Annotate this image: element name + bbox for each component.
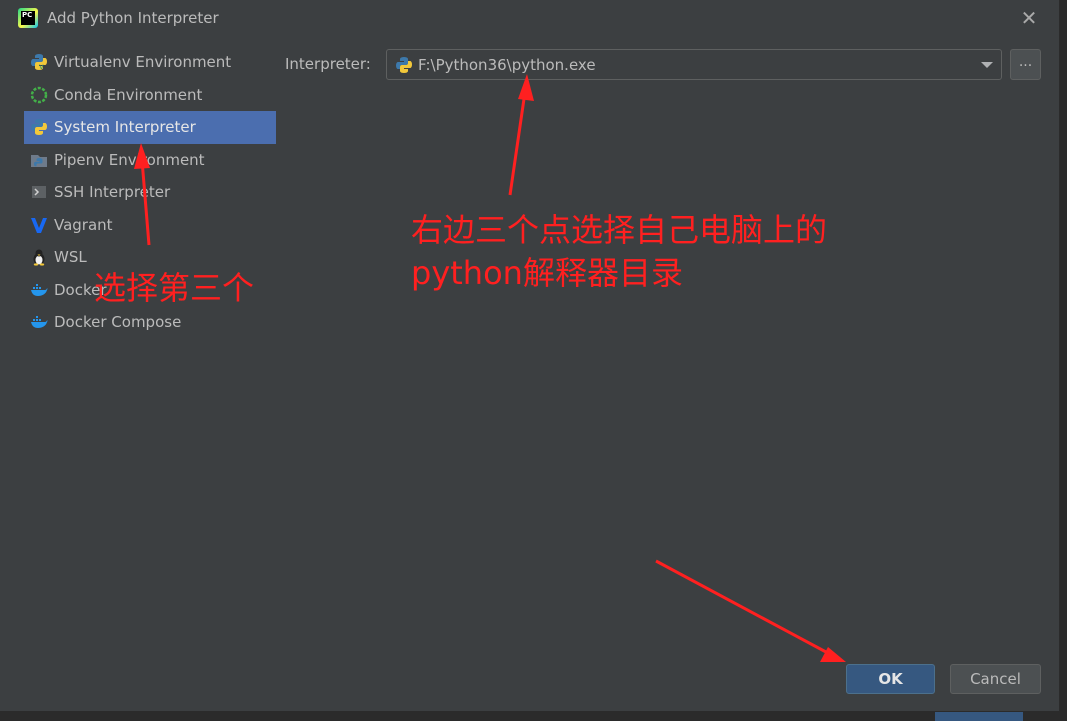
- sidebar-item-label: Docker Compose: [54, 313, 182, 332]
- annotation-select-third: 选择第三个: [94, 269, 255, 307]
- browse-interpreter-button[interactable]: ...: [1010, 49, 1041, 80]
- sidebar-item-label: WSL: [54, 248, 87, 267]
- python-icon: [31, 119, 47, 136]
- sidebar-item-docker-compose[interactable]: Docker Compose: [24, 306, 276, 339]
- ok-button[interactable]: OK: [846, 664, 935, 694]
- add-python-interpreter-dialog: PC Add Python Interpreter ✕ v Virtualenv…: [0, 0, 1060, 721]
- sidebar-item-conda[interactable]: Conda Environment: [24, 79, 276, 112]
- close-button[interactable]: ✕: [1018, 8, 1040, 30]
- linux-penguin-icon: [33, 249, 45, 266]
- annotation-dots-line2: python解释器目录: [411, 254, 683, 292]
- title-bar: PC Add Python Interpreter ✕: [0, 0, 1059, 36]
- vagrant-icon: [31, 217, 47, 233]
- docker-compose-icon: [31, 316, 48, 329]
- close-icon: ✕: [1020, 6, 1038, 30]
- sidebar-item-label: Virtualenv Environment: [54, 53, 232, 72]
- ssh-terminal-icon: [32, 186, 46, 199]
- sidebar-item-pipenv[interactable]: Pipenv Environment: [24, 144, 276, 177]
- background-window-strip: [0, 711, 1067, 721]
- sidebar-item-vagrant[interactable]: Vagrant: [24, 209, 276, 242]
- chevron-down-icon[interactable]: [981, 62, 993, 68]
- interpreter-path-value: F:\Python36\python.exe: [418, 56, 596, 74]
- sidebar-item-label: System Interpreter: [54, 118, 196, 137]
- interpreter-select[interactable]: F:\Python36\python.exe: [386, 49, 1002, 80]
- annotation-dots-line1: 右边三个点选择自己电脑上的: [411, 211, 828, 249]
- sidebar-item-virtualenv[interactable]: v Virtualenv Environment: [24, 46, 276, 79]
- sidebar-item-label: Vagrant: [54, 215, 113, 234]
- sidebar-item-label: SSH Interpreter: [54, 183, 171, 202]
- sidebar-item-system-interpreter[interactable]: System Interpreter: [24, 111, 276, 144]
- sidebar-item-label: Pipenv Environment: [54, 150, 205, 169]
- interpreter-label: Interpreter:: [285, 55, 371, 73]
- cancel-button[interactable]: Cancel: [950, 664, 1041, 694]
- pycharm-logo-icon: PC: [18, 8, 38, 28]
- svg-text:v: v: [39, 62, 44, 71]
- python-icon: [396, 57, 412, 73]
- pipenv-icon: [31, 154, 47, 167]
- background-button-edge: [935, 712, 1023, 721]
- sidebar-item-label: Conda Environment: [54, 85, 203, 104]
- sidebar-item-ssh[interactable]: SSH Interpreter: [24, 176, 276, 209]
- dialog-title: Add Python Interpreter: [47, 9, 219, 27]
- python-virtualenv-icon: v: [31, 54, 47, 71]
- docker-whale-icon: [31, 283, 48, 296]
- conda-icon: [30, 86, 48, 103]
